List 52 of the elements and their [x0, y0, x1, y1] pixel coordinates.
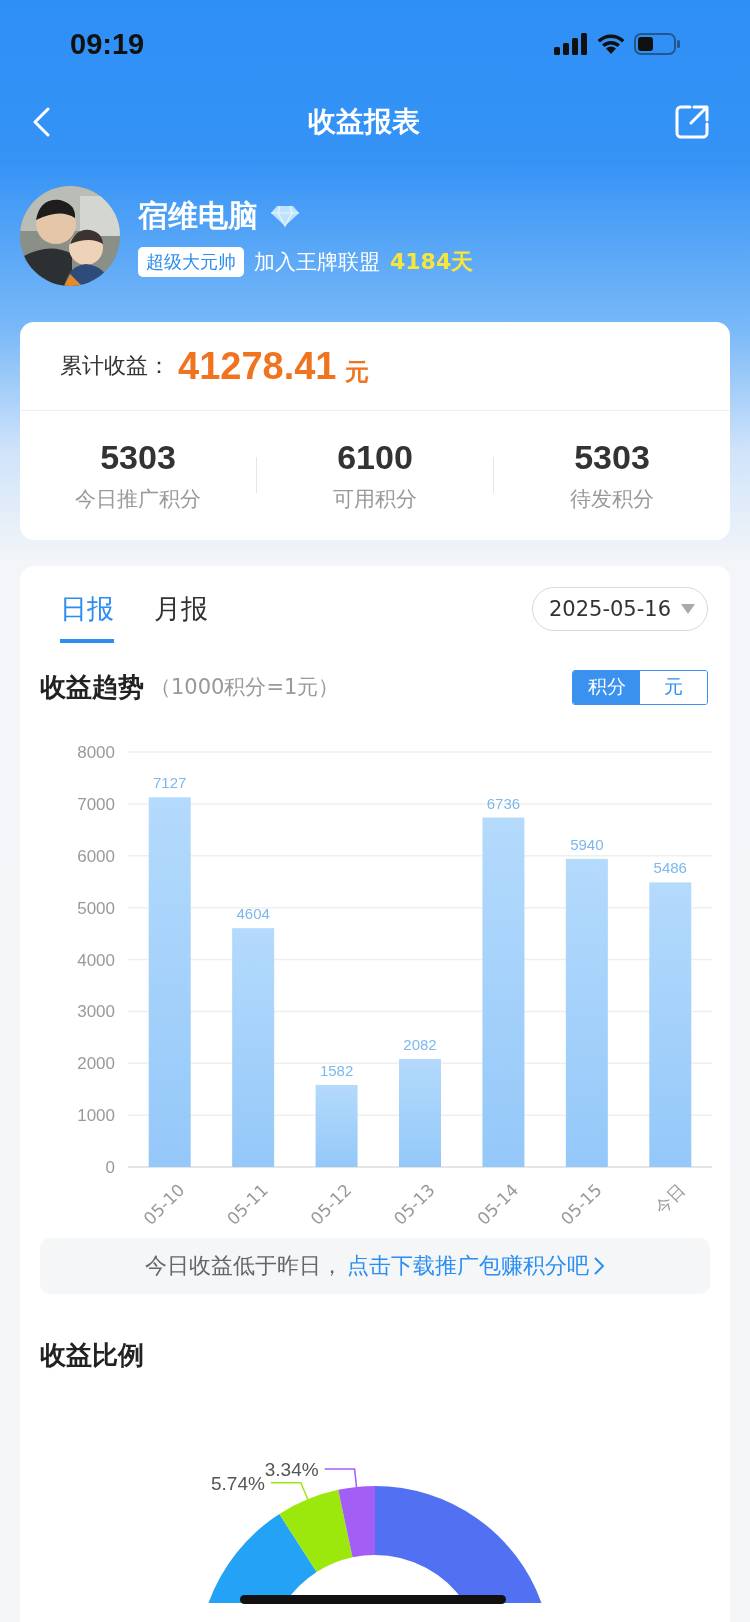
data-label: 3.34% — [264, 1459, 319, 1481]
axis-label: 8000 — [77, 743, 115, 762]
battery-icon — [634, 33, 680, 55]
axis-label: 3000 — [77, 1002, 115, 1022]
leader-line — [323, 1468, 358, 1488]
data-label: 5940 — [570, 835, 604, 853]
data-label: 5486 — [653, 859, 687, 877]
total-amount: 41278.41 — [178, 344, 337, 388]
rate-note: （1000积分=1元） — [150, 674, 340, 701]
axis-label: 今日 — [650, 1179, 690, 1218]
diamond-icon — [270, 205, 300, 227]
page-title: 收益报表 — [308, 104, 420, 140]
dropdown-icon — [681, 604, 695, 614]
user-name: 宿维电脑 — [138, 196, 258, 235]
join-text: 加入王牌联盟 — [254, 248, 380, 276]
section-title: 收益趋势 — [40, 670, 144, 704]
data-label: 2082 — [403, 1036, 437, 1053]
chevron-icon — [593, 1255, 605, 1277]
data-label: 4604 — [236, 905, 270, 923]
rank-badge: 超级大元帅 — [138, 246, 244, 277]
stat-value: 5303 — [100, 437, 176, 477]
report-tab[interactable]: 日报 — [60, 575, 114, 643]
axis-label: 7000 — [77, 794, 115, 814]
axis-label: 4000 — [77, 950, 115, 970]
section-title: 收益比例 — [39, 1339, 145, 1372]
data-label: 5.74% — [210, 1472, 265, 1494]
data-label: 6736 — [486, 794, 521, 812]
axis-label: 0 — [105, 1158, 115, 1177]
data-label: 7127 — [153, 774, 187, 792]
report-tab[interactable]: 月报 — [154, 575, 208, 643]
stat-label: 可用积分 — [333, 485, 417, 513]
data-label: 1582 — [319, 1061, 354, 1079]
total-unit: 元 — [344, 357, 369, 388]
stat-value: 5303 — [574, 437, 650, 477]
unit-toggle[interactable]: 积分 — [573, 670, 640, 704]
signal-icon — [554, 33, 588, 55]
wifi-icon — [596, 33, 626, 55]
share-icon[interactable] — [674, 104, 710, 140]
stat-label: 待发积分 — [570, 485, 654, 513]
date-picker[interactable]: 2025-05-16 — [531, 587, 708, 631]
status-time: 09:19 — [70, 27, 145, 61]
leader-line — [270, 1481, 309, 1501]
stat-label: 今日推广积分 — [75, 485, 201, 513]
axis-label: 2000 — [77, 1054, 115, 1074]
tip-text: 今日收益低于昨日， — [145, 1252, 343, 1280]
axis-label: 5000 — [77, 898, 115, 918]
join-days: 4184天 — [390, 246, 474, 277]
total-label: 累计收益： — [60, 352, 170, 380]
stat-value: 6100 — [337, 437, 413, 477]
download-link[interactable]: 点击下载推广包赚积分吧 — [347, 1251, 589, 1281]
axis-label: 6000 — [77, 846, 115, 866]
axis-label: 1000 — [77, 1106, 115, 1126]
